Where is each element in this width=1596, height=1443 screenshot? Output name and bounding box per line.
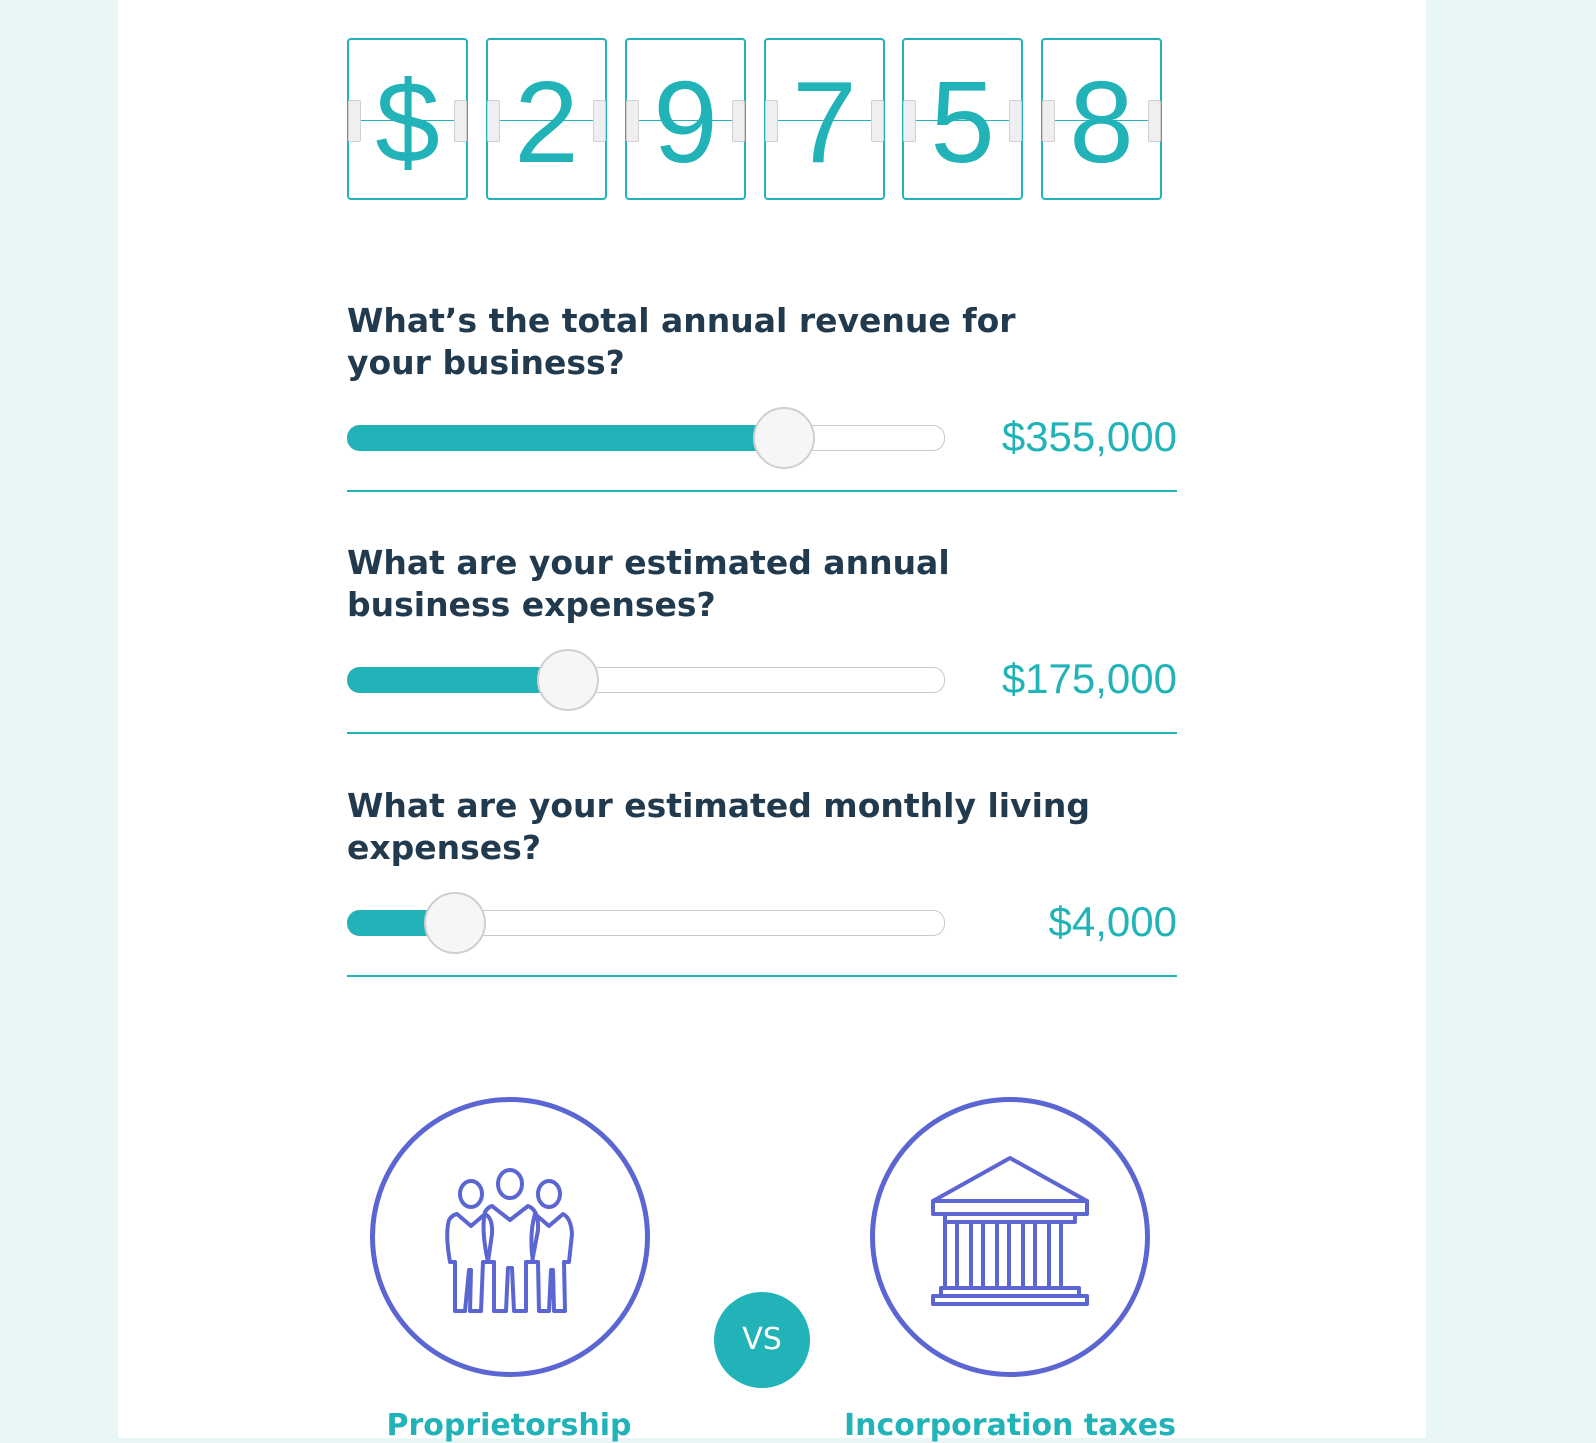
bank-building-icon — [931, 1156, 1089, 1306]
revenue-value: $355,000 — [1001, 413, 1177, 460]
question-annual-revenue: What’s the total annual revenue for your… — [347, 300, 1177, 492]
counter-digit-text: 9 — [653, 57, 718, 187]
revenue-slider[interactable] — [347, 407, 945, 469]
question-label: What’s the total annual revenue for your… — [347, 301, 1016, 382]
divider — [347, 732, 1177, 734]
people-group-icon — [445, 1168, 574, 1313]
counter-digit: 9 — [625, 38, 746, 200]
business-expenses-value: $175,000 — [1001, 655, 1177, 702]
business-expenses-slider[interactable] — [347, 649, 945, 711]
divider — [347, 975, 1177, 977]
question-business-expenses: What are your estimated annual business … — [347, 542, 1177, 734]
slider-thumb[interactable] — [424, 892, 486, 954]
slider-fill — [347, 667, 568, 693]
incorporation-circle — [870, 1097, 1150, 1377]
counter-digit: $ — [347, 38, 468, 200]
living-expenses-value: $4,000 — [1048, 898, 1177, 945]
counter-digit-text: 5 — [930, 57, 995, 187]
counter-digit: 2 — [486, 38, 607, 200]
slider-row: $4,000 — [347, 891, 1177, 955]
question-label: What are your estimated monthly living e… — [347, 786, 1090, 867]
tax-result-counter: $ 2 9 7 5 8 — [347, 38, 1177, 204]
divider — [347, 490, 1177, 492]
proprietorship-circle — [370, 1097, 650, 1377]
question-living-expenses: What are your estimated monthly living e… — [347, 785, 1177, 977]
counter-digit-text: $ — [375, 57, 440, 187]
counter-digit: 5 — [902, 38, 1023, 200]
counter-digit: 8 — [1041, 38, 1162, 200]
counter-digit-text: 2 — [514, 57, 579, 187]
counter-digit-text: 7 — [792, 57, 857, 187]
slider-row: $175,000 — [347, 648, 1177, 712]
slider-thumb[interactable] — [753, 407, 815, 469]
counter-digit: 7 — [764, 38, 885, 200]
counter-digit-text: 8 — [1069, 57, 1134, 187]
living-expenses-slider[interactable] — [347, 892, 945, 954]
question-label: What are your estimated annual business … — [347, 543, 950, 624]
vs-badge: VS — [714, 1292, 810, 1388]
calculator-card: $ 2 9 7 5 8 What’s the total annual reve… — [118, 0, 1426, 1443]
slider-row: $355,000 — [347, 406, 1177, 470]
slider-thumb[interactable] — [537, 649, 599, 711]
slider-fill — [347, 425, 784, 451]
